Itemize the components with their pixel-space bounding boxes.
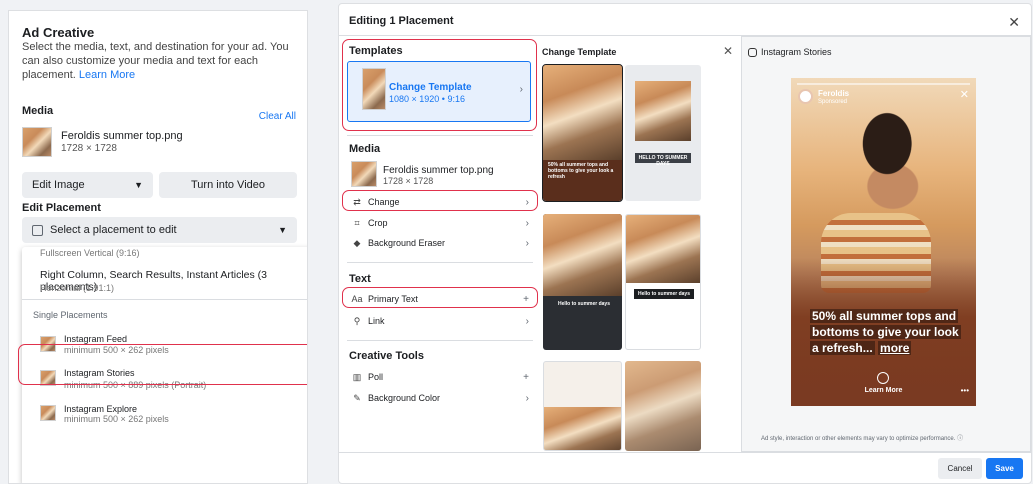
- sponsored-label: Sponsored: [818, 99, 848, 105]
- preview-panel: Instagram Stories Feroldis Sponsored ✕ 5…: [741, 36, 1031, 452]
- more-link[interactable]: more: [880, 341, 909, 355]
- section-divider: [347, 340, 533, 341]
- template-photo: [635, 81, 691, 141]
- ad-creative-title: Ad Creative: [22, 25, 95, 40]
- chevron-right-icon: ›: [525, 217, 529, 229]
- link-option[interactable]: ⚲ Link ›: [351, 312, 529, 330]
- highlight-templates: [342, 39, 537, 131]
- dropdown-item-fullscreen-vertical[interactable]: Fullscreen Vertical (9:16): [40, 248, 140, 258]
- media-thumbnail: [351, 161, 377, 187]
- media-file-dims: 1728 × 1728: [383, 176, 434, 186]
- chevron-right-icon: ›: [525, 237, 529, 249]
- ad-creative-description: Select the media, text, and destination …: [22, 41, 289, 81]
- crop-option[interactable]: ⌗ Crop ›: [351, 214, 529, 232]
- template-photo: [625, 361, 701, 451]
- ad-creative-panel: Ad Creative Select the media, text, and …: [8, 10, 308, 484]
- close-icon[interactable]: ✕: [1008, 14, 1020, 31]
- poll-icon: ▥: [352, 371, 362, 382]
- highlight-change: [342, 190, 538, 211]
- instagram-icon: [748, 47, 757, 57]
- template-caption: HELLO TO SUMMER DAYS: [635, 153, 691, 167]
- media-heading: Media: [349, 143, 381, 155]
- chevron-up-icon: [877, 372, 889, 384]
- background-color-option[interactable]: ✎ Background Color ›: [351, 389, 529, 407]
- turn-into-video-button[interactable]: Turn into Video: [159, 172, 297, 198]
- template-option-3[interactable]: Hello to summer days: [543, 214, 622, 350]
- close-icon[interactable]: ✕: [960, 88, 969, 101]
- media-file-name: Feroldis summer top.png: [61, 130, 183, 142]
- template-photo: [626, 215, 700, 283]
- instagram-explore-size: minimum 500 × 262 pixels: [64, 414, 169, 424]
- highlight-primary-text: [342, 287, 538, 308]
- story-progress-bar: [797, 83, 970, 85]
- section-divider: [347, 262, 533, 263]
- clear-all-link[interactable]: Clear All: [259, 111, 296, 122]
- media-thumbnail: [22, 127, 52, 157]
- change-template-heading: Change Template: [542, 47, 617, 57]
- dropdown-item-instagram-feed[interactable]: Instagram Feed: [64, 334, 127, 344]
- learn-more-cta[interactable]: Learn More: [791, 387, 976, 394]
- caret-down-icon: ▼: [134, 180, 143, 190]
- chevron-right-icon: ›: [525, 392, 529, 404]
- preview-header: Instagram Stories: [748, 47, 832, 57]
- more-options-icon[interactable]: •••: [961, 386, 969, 395]
- plus-icon: +: [523, 371, 529, 383]
- dropdown-item-instagram-explore[interactable]: Instagram Explore: [64, 404, 137, 414]
- eraser-icon: ◆: [353, 237, 361, 248]
- template-caption: Hello to summer days: [634, 289, 694, 299]
- story-caption: 50% all summer tops and bottoms to give …: [810, 309, 961, 355]
- template-option-6[interactable]: [625, 361, 701, 451]
- template-caption: Hello to summer days: [558, 301, 610, 307]
- edit-placement-heading: Edit Placement: [22, 202, 101, 214]
- template-option-4[interactable]: Hello to summer days: [625, 214, 701, 350]
- media-heading: Media: [22, 105, 54, 117]
- modal-title: Editing 1 Placement: [349, 15, 454, 27]
- close-icon[interactable]: ✕: [723, 44, 733, 58]
- template-option-1[interactable]: 50% all summer tops and bottoms to give …: [542, 64, 623, 202]
- paint-icon: ✎: [353, 392, 361, 403]
- story-preview: Feroldis Sponsored ✕ 50% all summer tops…: [791, 78, 976, 406]
- template-caption: 50% all summer tops and bottoms to give …: [548, 162, 614, 180]
- brand-name: Feroldis: [818, 89, 850, 98]
- link-icon: ⚲: [353, 315, 361, 326]
- preview-disclaimer: Ad style, interaction or other elements …: [761, 436, 964, 442]
- media-file-dims: 1728 × 1728: [61, 143, 117, 154]
- section-divider: [347, 135, 533, 136]
- editing-placement-modal: Editing 1 Placement ✕ Templates Change T…: [338, 3, 1032, 484]
- single-placements-heading: Single Placements: [33, 310, 108, 320]
- chevron-right-icon: ›: [525, 315, 529, 327]
- edit-image-button[interactable]: Edit Image ▼: [22, 172, 153, 198]
- template-photo: [543, 214, 622, 296]
- modal-footer-divider: [339, 452, 1031, 453]
- crop-icon: ⌗: [354, 217, 360, 228]
- background-eraser-option[interactable]: ◆ Background Eraser ›: [351, 234, 529, 252]
- creative-tools-heading: Creative Tools: [349, 350, 424, 362]
- template-photo: [543, 65, 622, 160]
- info-icon[interactable]: ⓘ: [957, 436, 963, 442]
- placement-icon: [32, 224, 43, 236]
- preview-placement-label: Instagram Stories: [761, 47, 832, 57]
- poll-option[interactable]: ▥ Poll +: [351, 368, 529, 386]
- caret-down-icon: ▼: [278, 225, 287, 235]
- instagram-explore-thumbnail: [40, 405, 56, 421]
- brand-avatar: [798, 89, 813, 104]
- highlight-instagram-stories: [18, 344, 307, 385]
- text-heading: Text: [349, 273, 371, 285]
- select-placement-dropdown[interactable]: Select a placement to edit ▼: [22, 217, 297, 243]
- save-button[interactable]: Save: [986, 458, 1023, 479]
- template-option-2[interactable]: HELLO TO SUMMER DAYS: [625, 65, 701, 201]
- cancel-button[interactable]: Cancel: [938, 458, 982, 479]
- right-column-format: Horizontal (1.91:1): [40, 283, 115, 293]
- template-option-5[interactable]: [543, 361, 622, 451]
- template-photo: [544, 407, 621, 450]
- learn-more-link[interactable]: Learn More: [79, 69, 135, 81]
- media-file-name: Feroldis summer top.png: [383, 165, 494, 176]
- dropdown-divider: [22, 299, 307, 300]
